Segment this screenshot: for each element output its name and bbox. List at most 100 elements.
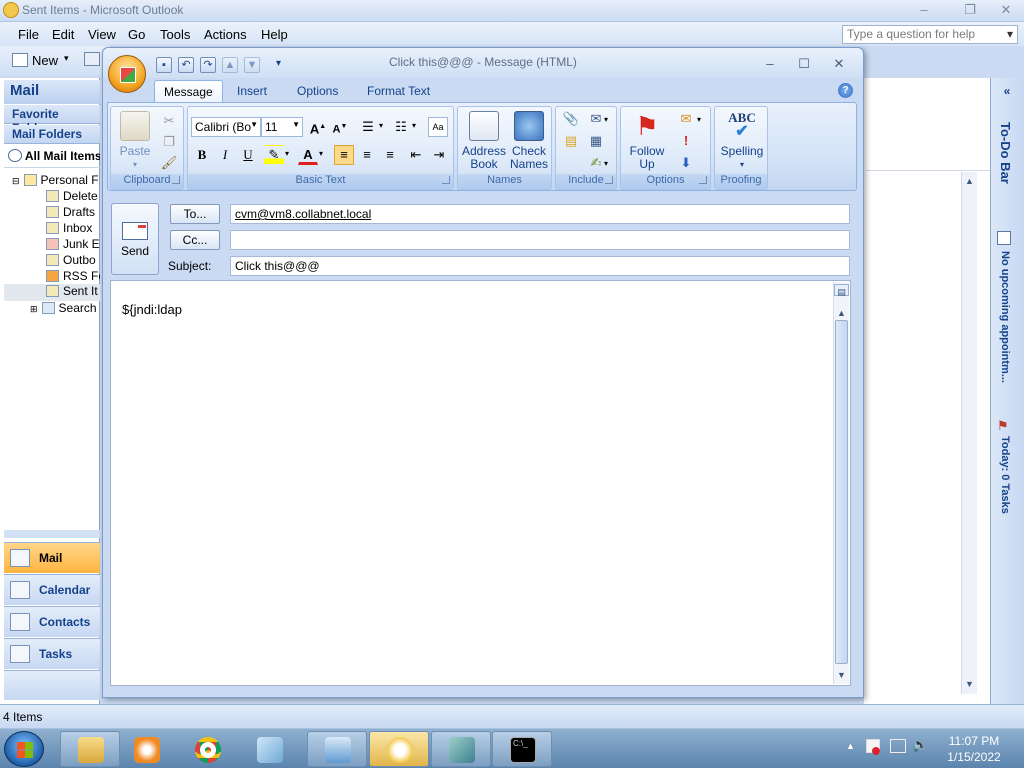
- dialog-launcher-icon[interactable]: [172, 176, 180, 184]
- all-mail-items[interactable]: All Mail Items: [4, 146, 100, 168]
- font-size-combo[interactable]: 11 ▼: [261, 117, 303, 137]
- chevron-down-icon[interactable]: ▾: [285, 149, 289, 158]
- tree-rss-feeds[interactable]: RSS Fe: [4, 269, 100, 285]
- cc-button[interactable]: Cc...: [170, 230, 220, 250]
- subject-field[interactable]: Click this@@@: [230, 256, 850, 276]
- to-button[interactable]: To...: [170, 204, 220, 224]
- tab-message[interactable]: Message: [154, 80, 223, 102]
- previous-item-icon[interactable]: ▲: [222, 57, 238, 73]
- taskbar-cmd[interactable]: C:\_: [492, 731, 552, 767]
- help-search-input[interactable]: Type a question for help ▾: [842, 25, 1018, 44]
- highlight-icon[interactable]: ✎: [264, 145, 284, 165]
- favorite-folders-header[interactable]: Favorite Folders: [4, 105, 100, 135]
- chevron-right-icon[interactable]: «: [994, 84, 1020, 100]
- chevron-down-icon[interactable]: ▾: [319, 149, 323, 158]
- scroll-up-icon[interactable]: ▲: [962, 174, 977, 188]
- spelling-button[interactable]: ABC ✔ Spelling ▾: [717, 111, 767, 171]
- taskbar-package[interactable]: [431, 731, 491, 767]
- minimize-button[interactable]: –: [910, 1, 938, 19]
- network-tray-icon[interactable]: [890, 739, 906, 753]
- tree-deleted-items[interactable]: Delete: [4, 189, 100, 205]
- align-center-button[interactable]: ≡: [357, 145, 377, 165]
- cc-field[interactable]: [230, 230, 850, 250]
- styles-icon[interactable]: Aa: [428, 117, 448, 137]
- restore-button[interactable]: ❐: [956, 1, 984, 19]
- nav-pane-splitter[interactable]: [4, 530, 100, 538]
- italic-button[interactable]: I: [215, 145, 235, 165]
- new-button[interactable]: New: [32, 53, 58, 68]
- menu-tools[interactable]: Tools: [160, 27, 190, 42]
- bold-button[interactable]: B: [192, 145, 212, 165]
- send-button[interactable]: Send: [111, 203, 159, 275]
- nav-button-mail[interactable]: Mail: [4, 542, 100, 573]
- start-button[interactable]: [4, 731, 44, 767]
- print-icon[interactable]: [84, 52, 100, 66]
- tab-format-text[interactable]: Format Text: [358, 80, 439, 102]
- shrink-font-icon[interactable]: A▼: [330, 117, 350, 137]
- scroll-down-icon[interactable]: ▼: [834, 668, 849, 682]
- close-button[interactable]: ✕: [992, 1, 1020, 19]
- chevron-down-icon[interactable]: ▾: [604, 159, 608, 168]
- chevron-down-icon[interactable]: ▼: [250, 120, 258, 129]
- chevron-down-icon[interactable]: ▾: [1007, 27, 1013, 41]
- help-icon[interactable]: ?: [838, 83, 853, 98]
- menu-help[interactable]: Help: [261, 27, 288, 42]
- scroll-up-icon[interactable]: ▲: [834, 306, 849, 320]
- mail-folders-header[interactable]: Mail Folders: [4, 125, 100, 144]
- align-left-button[interactable]: ≡: [334, 145, 354, 165]
- chevron-down-icon[interactable]: ▾: [604, 115, 608, 124]
- low-importance-icon[interactable]: ⬇: [676, 153, 696, 173]
- menu-view[interactable]: View: [88, 27, 116, 42]
- menu-go[interactable]: Go: [128, 27, 145, 42]
- clock-date[interactable]: 1/15/2022: [946, 750, 1002, 764]
- tab-options[interactable]: Options: [288, 80, 347, 102]
- expand-icon[interactable]: ⊞: [30, 304, 38, 314]
- bullets-icon[interactable]: ☰: [358, 117, 378, 137]
- message-minimize-button[interactable]: –: [758, 56, 782, 72]
- copy-icon[interactable]: ❐: [159, 132, 179, 152]
- nav-button-tasks[interactable]: Tasks: [4, 638, 100, 669]
- dialog-launcher-icon[interactable]: [699, 176, 707, 184]
- taskbar-media-player[interactable]: [121, 731, 171, 767]
- nav-button-calendar[interactable]: Calendar: [4, 574, 100, 605]
- message-close-button[interactable]: ✕: [827, 56, 851, 72]
- taskbar-network[interactable]: [307, 731, 367, 767]
- categorize-icon[interactable]: ✉: [676, 109, 696, 129]
- tab-insert[interactable]: Insert: [228, 80, 276, 102]
- menu-actions[interactable]: Actions: [204, 27, 247, 42]
- paste-button[interactable]: Paste ▾: [115, 111, 155, 171]
- taskbar-explorer[interactable]: [60, 731, 120, 767]
- check-names-button[interactable]: Check Names: [506, 111, 552, 171]
- tree-personal-folders[interactable]: ⊟ Personal F: [4, 173, 100, 189]
- message-body-editor[interactable]: [110, 280, 851, 686]
- address-book-button[interactable]: Address Book: [461, 111, 507, 171]
- tray-expand-icon[interactable]: ▲: [846, 741, 855, 751]
- to-field[interactable]: cvm@vm8.collabnet.local: [230, 204, 850, 224]
- high-importance-icon[interactable]: !: [676, 131, 696, 151]
- grow-font-icon[interactable]: A▲: [308, 117, 328, 137]
- next-item-icon[interactable]: ▼: [244, 57, 260, 73]
- reading-pane-scrollbar[interactable]: ▲ ▼: [961, 172, 977, 694]
- tree-outbox[interactable]: Outbo: [4, 253, 100, 269]
- attach-file-icon[interactable]: 📎: [561, 109, 581, 129]
- taskbar-chrome[interactable]: [182, 731, 232, 767]
- increase-indent-icon[interactable]: ⇥: [429, 145, 449, 165]
- nav-button-contacts[interactable]: Contacts: [4, 606, 100, 637]
- volume-icon[interactable]: 🔈: [912, 737, 928, 753]
- save-icon[interactable]: ▪: [156, 57, 172, 73]
- underline-button[interactable]: U: [238, 145, 258, 165]
- taskbar-outlook[interactable]: [369, 731, 429, 767]
- dialog-launcher-icon[interactable]: [605, 176, 613, 184]
- attach-item-icon[interactable]: ✉: [586, 109, 606, 129]
- signature-icon[interactable]: ✍: [586, 153, 606, 173]
- redo-icon[interactable]: ↷: [200, 57, 216, 73]
- decrease-indent-icon[interactable]: ⇤: [406, 145, 426, 165]
- collapse-icon[interactable]: ⊟: [12, 176, 20, 186]
- menu-file[interactable]: File: [18, 27, 39, 42]
- font-color-icon[interactable]: A: [298, 145, 318, 165]
- chevron-down-icon[interactable]: ▾: [379, 121, 383, 130]
- format-painter-icon[interactable]: 🖌: [159, 153, 179, 173]
- message-body-text[interactable]: ${jndi:ldap: [122, 302, 182, 317]
- numbering-icon[interactable]: ☷: [391, 117, 411, 137]
- taskbar-app[interactable]: [244, 731, 294, 767]
